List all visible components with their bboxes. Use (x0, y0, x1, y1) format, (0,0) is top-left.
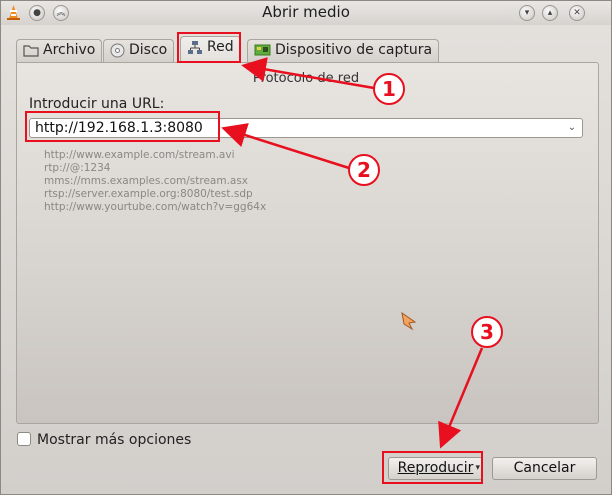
step-badge-3: 3 (471, 316, 503, 348)
arrow-1 (241, 57, 375, 90)
step-badge-1: 1 (373, 73, 405, 105)
annotation-arrows (221, 57, 484, 449)
arrow-2 (221, 123, 350, 170)
step-badge-2: 2 (348, 154, 380, 186)
arrow-3 (438, 347, 484, 449)
